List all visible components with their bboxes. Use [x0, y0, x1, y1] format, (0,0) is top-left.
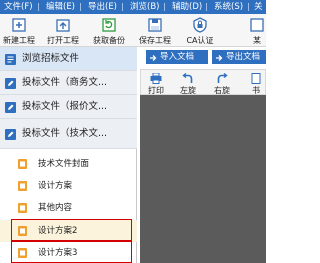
- menu-export[interactable]: 导出(E): [88, 0, 117, 14]
- highlight-box: [11, 219, 132, 241]
- tree-item-label: 技术文件封面: [38, 159, 90, 169]
- get-backup-button[interactable]: 获取备份: [88, 15, 130, 46]
- save-project-button[interactable]: 保存工程: [134, 15, 176, 46]
- section-quotation-file-label: 投标文件（报价文...: [22, 101, 108, 112]
- document-preview-area[interactable]: [140, 95, 266, 263]
- edit-icon: [5, 78, 16, 89]
- export-icon: [215, 53, 223, 61]
- ca-cert-icon: [192, 17, 208, 36]
- tree-item-label: 其他内容: [38, 203, 73, 213]
- menu-file[interactable]: 文件(F): [4, 0, 33, 14]
- menu-separator: [38, 3, 39, 11]
- menu-close[interactable]: 关: [254, 0, 263, 14]
- more-icon: [249, 17, 265, 36]
- export-document-button[interactable]: 导出文档: [212, 50, 266, 64]
- tree-item-tech-cover[interactable]: 技术文件封面: [0, 153, 137, 175]
- new-project-icon: [11, 17, 27, 36]
- ca-cert-label: CA认证: [186, 36, 214, 45]
- edit-icon: [5, 102, 16, 113]
- ca-cert-button[interactable]: CA认证: [180, 15, 220, 46]
- import-document-label: 导入文档: [160, 52, 195, 62]
- menu-system[interactable]: 系统(S): [214, 0, 243, 14]
- rotate-right-button[interactable]: 右旋: [207, 70, 237, 96]
- more-tool-label: 某: [253, 36, 261, 45]
- rotate-left-button[interactable]: 左旋: [173, 70, 203, 96]
- document-icon: [18, 203, 27, 213]
- menu-bar: 文件(F) 编辑(E) 导出(E) 浏览(B) 辅助(D) 系统(S) 关: [0, 0, 266, 14]
- tree-item-design-plan[interactable]: 设计方案: [0, 175, 137, 197]
- browse-tender-file-item[interactable]: 浏览招标文件: [0, 47, 137, 71]
- document-icon: [18, 159, 27, 169]
- section-business-file-label: 投标文件（商务文...: [22, 77, 108, 88]
- menu-separator: [164, 3, 165, 11]
- open-project-button[interactable]: 打开工程: [44, 15, 82, 46]
- menu-separator: [122, 3, 123, 11]
- project-tree-panel: 浏览招标文件 投标文件（商务文... 投标文件（报价文... 投标文件（技术文.…: [0, 47, 137, 263]
- viewer-toolbar: 打印 左旋 右旋 书: [140, 69, 266, 95]
- import-document-button[interactable]: 导入文档: [146, 50, 208, 64]
- document-icon: [18, 181, 27, 191]
- save-project-icon: [147, 17, 163, 36]
- tree-item-label: 设计方案: [38, 181, 73, 191]
- menu-separator: [80, 3, 81, 11]
- section-technical-file[interactable]: 投标文件（技术文...: [0, 119, 137, 149]
- browse-tender-file-label: 浏览招标文件: [22, 53, 80, 64]
- open-project-label: 打开工程: [47, 36, 79, 45]
- backup-icon: [101, 17, 117, 36]
- section-business-file[interactable]: 投标文件（商务文...: [0, 71, 137, 95]
- menu-browse[interactable]: 浏览(B): [130, 0, 159, 14]
- edit-icon: [5, 129, 16, 140]
- toolbar: 新建工程 打开工程 获取备份 保存工程 CA认证 某: [0, 14, 266, 47]
- menu-separator: [206, 3, 207, 11]
- get-backup-label: 获取备份: [93, 36, 125, 45]
- menu-edit[interactable]: 编辑(E): [46, 0, 75, 14]
- new-project-label: 新建工程: [3, 36, 35, 45]
- section-quotation-file[interactable]: 投标文件（报价文...: [0, 95, 137, 119]
- import-icon: [149, 53, 157, 61]
- more-tool-button[interactable]: 某: [248, 15, 266, 46]
- menu-assist[interactable]: 辅助(D): [172, 0, 202, 14]
- document-viewer-panel: 导入文档 导出文档 打印 左旋 右旋 书: [137, 47, 266, 263]
- save-project-label: 保存工程: [139, 36, 171, 45]
- menu-separator: [248, 3, 249, 11]
- highlight-box: [11, 241, 132, 263]
- export-document-label: 导出文档: [226, 52, 261, 62]
- browse-icon: [5, 54, 16, 65]
- section-technical-file-label: 投标文件（技术文...: [22, 128, 108, 139]
- tree-item-other-content[interactable]: 其他内容: [0, 197, 137, 219]
- open-project-icon: [55, 17, 71, 36]
- new-project-button[interactable]: 新建工程: [0, 15, 38, 46]
- print-button[interactable]: 打印: [141, 70, 171, 96]
- bookmark-button[interactable]: 书: [245, 70, 267, 96]
